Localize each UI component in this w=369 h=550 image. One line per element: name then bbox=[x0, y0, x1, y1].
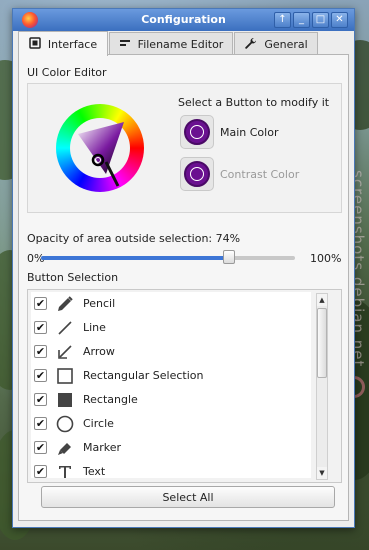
opacity-label: Opacity of area outside selection: 74% bbox=[27, 232, 241, 245]
opacity-max-label: 100% bbox=[310, 252, 342, 265]
arrow-checkbox[interactable]: ✔ bbox=[34, 345, 47, 358]
contrast-color-swatch bbox=[184, 161, 210, 187]
minimize-button[interactable]: _ bbox=[293, 12, 310, 28]
list-item-text[interactable]: ✔ Text bbox=[31, 460, 311, 478]
title-bar[interactable]: Configuration ↑ _ □ ✕ bbox=[13, 9, 354, 31]
opacity-slider-handle[interactable] bbox=[222, 250, 235, 264]
button-selection-heading: Button Selection bbox=[27, 271, 119, 284]
tab-interface-label: Interface bbox=[47, 37, 98, 51]
tab-filename-editor[interactable]: Filename Editor bbox=[109, 32, 233, 55]
interface-icon bbox=[29, 37, 41, 51]
circle-label: Circle bbox=[83, 417, 114, 430]
keep-above-button[interactable]: ↑ bbox=[274, 12, 291, 28]
marker-checkbox[interactable]: ✔ bbox=[34, 441, 47, 454]
select-all-button[interactable]: Select All bbox=[41, 486, 335, 508]
line-checkbox[interactable]: ✔ bbox=[34, 321, 47, 334]
filename-editor-icon bbox=[119, 38, 131, 50]
configuration-window: Configuration ↑ _ □ ✕ Interface Filename… bbox=[12, 8, 355, 528]
pencil-checkbox[interactable]: ✔ bbox=[34, 297, 47, 310]
circle-checkbox[interactable]: ✔ bbox=[34, 417, 47, 430]
line-icon bbox=[55, 318, 75, 338]
button-selection-list: ✔ Pencil ✔ Line ✔ Arrow ✔ Rectangular Se… bbox=[27, 289, 342, 483]
circle-icon bbox=[55, 414, 75, 434]
color-triangle[interactable] bbox=[56, 104, 144, 192]
list-item-rectangular-selection[interactable]: ✔ Rectangular Selection bbox=[31, 364, 311, 388]
list-item-rectangle[interactable]: ✔ Rectangle bbox=[31, 388, 311, 412]
pencil-label: Pencil bbox=[83, 297, 116, 310]
interface-panel: UI Color Editor Select a Button to modif… bbox=[18, 54, 349, 521]
arrow-icon bbox=[55, 342, 75, 362]
tab-filename-editor-label: Filename Editor bbox=[137, 37, 224, 51]
rectangle-icon bbox=[55, 390, 75, 410]
maximize-button[interactable]: □ bbox=[312, 12, 329, 28]
marker-icon bbox=[55, 438, 75, 458]
list-item-line[interactable]: ✔ Line bbox=[31, 316, 311, 340]
pencil-icon bbox=[55, 294, 75, 314]
rectangle-label: Rectangle bbox=[83, 393, 138, 406]
list-item-pencil[interactable]: ✔ Pencil bbox=[31, 292, 311, 316]
opacity-slider[interactable] bbox=[41, 250, 295, 264]
line-label: Line bbox=[83, 321, 106, 334]
close-button[interactable]: ✕ bbox=[331, 12, 348, 28]
main-color-button[interactable] bbox=[180, 115, 214, 149]
scroll-down-arrow-icon[interactable]: ▼ bbox=[317, 467, 327, 479]
main-color-label: Main Color bbox=[220, 126, 279, 139]
tab-general[interactable]: General bbox=[234, 32, 318, 55]
list-item-marker[interactable]: ✔ Marker bbox=[31, 436, 311, 460]
contrast-color-label: Contrast Color bbox=[220, 168, 300, 181]
rectangular-selection-label: Rectangular Selection bbox=[83, 369, 204, 382]
list-item-arrow[interactable]: ✔ Arrow bbox=[31, 340, 311, 364]
wrench-icon bbox=[244, 37, 257, 52]
tab-general-label: General bbox=[264, 37, 308, 51]
color-editor-instruction: Select a Button to modify it bbox=[178, 96, 330, 109]
button-selection-viewport: ✔ Pencil ✔ Line ✔ Arrow ✔ Rectangular Se… bbox=[31, 292, 311, 478]
contrast-color-button[interactable] bbox=[180, 157, 214, 191]
scrollbar-thumb[interactable] bbox=[317, 308, 327, 378]
scroll-up-arrow-icon[interactable]: ▲ bbox=[317, 294, 327, 306]
rectangular-selection-icon bbox=[55, 366, 75, 386]
ui-color-editor-heading: UI Color Editor bbox=[27, 66, 107, 79]
text-checkbox[interactable]: ✔ bbox=[34, 465, 47, 478]
rectangle-checkbox[interactable]: ✔ bbox=[34, 393, 47, 406]
text-label: Text bbox=[83, 465, 106, 478]
arrow-label: Arrow bbox=[83, 345, 115, 358]
tab-interface[interactable]: Interface bbox=[18, 31, 108, 56]
marker-label: Marker bbox=[83, 441, 122, 454]
rectangular-selection-checkbox[interactable]: ✔ bbox=[34, 369, 47, 382]
list-item-circle[interactable]: ✔ Circle bbox=[31, 412, 311, 436]
text-icon bbox=[55, 462, 75, 478]
opacity-slider-fill bbox=[41, 256, 229, 260]
list-scrollbar[interactable]: ▲ ▼ bbox=[316, 293, 328, 480]
main-color-swatch bbox=[184, 119, 210, 145]
color-editor-group: Select a Button to modify it Main Color … bbox=[27, 83, 342, 213]
color-wheel[interactable] bbox=[56, 104, 144, 192]
